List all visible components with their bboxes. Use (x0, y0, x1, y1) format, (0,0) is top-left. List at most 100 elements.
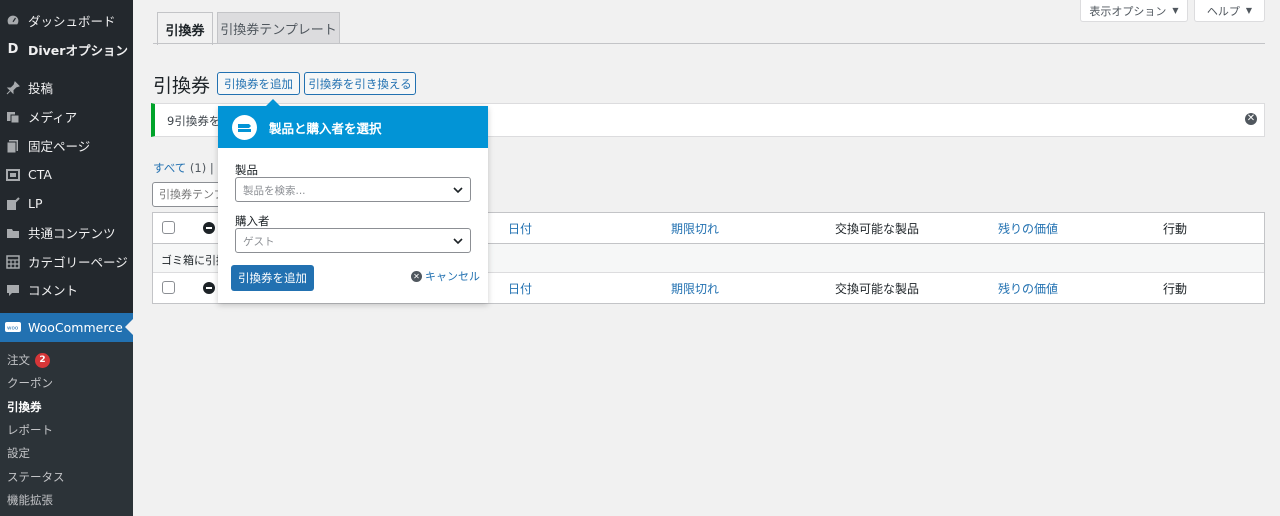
status-column-icon (203, 282, 215, 294)
menu-label: コメント (28, 283, 79, 298)
menu-item-cta[interactable]: CTA (0, 160, 133, 189)
menu-label: Diverオプション (28, 43, 128, 58)
column-actions: 行動 (1163, 222, 1188, 236)
menu-label: 固定ページ (28, 139, 91, 154)
cta-icon (5, 167, 21, 183)
submenu-label: 機能拡張 (7, 493, 53, 507)
help-label: ヘルプ (1206, 4, 1240, 18)
menu-item-common-content[interactable]: 共通コンテンツ (0, 218, 133, 247)
filter-all-count: (1) (189, 161, 207, 175)
diver-logo-icon: D (7, 42, 19, 57)
comment-icon (5, 282, 21, 298)
help-button[interactable]: ヘルプ ▼ (1194, 0, 1265, 22)
menu-label: ダッシュボード (28, 14, 116, 29)
screen-options-label: 表示オプション (1089, 4, 1167, 18)
edit-icon (5, 196, 21, 212)
dismiss-icon[interactable]: ✕ (1245, 113, 1257, 125)
menu-label: 投稿 (28, 81, 54, 96)
submit-add-voucher-button[interactable]: 引換券を追加 (231, 265, 314, 291)
column-expires[interactable]: 期限切れ (671, 280, 719, 297)
menu-item-pages[interactable]: 固定ページ (0, 131, 133, 160)
chevron-down-icon (453, 238, 463, 245)
column-date[interactable]: 日付 (508, 220, 532, 237)
caret-down-icon: ▼ (1172, 6, 1179, 15)
cancel-label: キャンセル (425, 270, 480, 283)
menu-item-category-pages[interactable]: カテゴリーページ (0, 247, 133, 276)
filter-all-link[interactable]: すべて (153, 161, 186, 175)
column-remaining-value[interactable]: 残りの価値 (998, 220, 1058, 237)
menu-item-comments[interactable]: コメント (0, 275, 133, 304)
dashboard-icon (5, 13, 21, 29)
grid-icon (5, 254, 21, 270)
admin-sidebar: ダッシュボード D Diverオプション 投稿 メディア 固定ページ CTA L… (0, 0, 133, 516)
chevron-down-icon (453, 187, 463, 194)
menu-item-posts[interactable]: 投稿 (0, 73, 133, 102)
status-column-icon (203, 222, 215, 234)
submenu-settings[interactable]: 設定 (7, 443, 30, 463)
product-label: 製品 (235, 163, 258, 177)
select-all-checkbox-footer[interactable] (162, 281, 175, 294)
pin-icon (5, 80, 21, 96)
submenu-extensions[interactable]: 機能拡張 (7, 490, 53, 510)
column-date[interactable]: 日付 (508, 280, 532, 297)
button-label: 引換券を追加 (238, 271, 307, 285)
submenu-reports[interactable]: レポート (7, 420, 53, 440)
popover-header: 製品と購入者を選択 (218, 106, 488, 148)
submenu-label: クーポン (7, 376, 53, 390)
menu-item-media[interactable]: メディア (0, 102, 133, 131)
menu-label: CTA (28, 167, 52, 182)
active-menu-arrow (125, 319, 133, 335)
buyer-label: 購入者 (235, 214, 270, 228)
select-all-checkbox[interactable] (162, 221, 175, 234)
submenu-label: レポート (7, 423, 53, 437)
submenu-orders[interactable]: 注文 2 (7, 350, 50, 370)
tab-voucher-templates[interactable]: 引換券テンプレート (217, 12, 340, 44)
orders-count-badge: 2 (35, 352, 50, 368)
submenu-label: 引換券 (7, 400, 42, 414)
menu-item-lp[interactable]: LP (0, 189, 133, 218)
menu-label: LP (28, 196, 43, 211)
woo-icon: woo (5, 320, 21, 336)
column-products: 交換可能な製品 (835, 222, 920, 236)
search-input[interactable] (152, 182, 222, 207)
menu-item-woocommerce[interactable]: woo WooCommerce (0, 313, 133, 342)
buyer-placeholder: ゲスト (243, 236, 275, 248)
cancel-link[interactable]: ✕ キャンセル (411, 268, 480, 284)
redeem-voucher-button[interactable]: 引換券を引き換える (304, 72, 416, 95)
add-voucher-button[interactable]: 引換券を追加 (217, 72, 300, 95)
buyer-select[interactable]: ゲスト (235, 228, 471, 253)
screen-options-button[interactable]: 表示オプション ▼ (1080, 0, 1188, 22)
woocommerce-submenu: 注文 2 クーポン 引換券 レポート 設定 ステータス 機能拡張 (0, 342, 133, 516)
folder-icon (5, 225, 21, 241)
media-icon (5, 109, 21, 125)
column-remaining-value[interactable]: 残りの価値 (998, 280, 1058, 297)
menu-label: 共通コンテンツ (28, 226, 116, 241)
submenu-label: 設定 (7, 446, 30, 460)
column-products: 交換可能な製品 (835, 282, 920, 296)
popover-title: 製品と購入者を選択 (269, 120, 382, 136)
page-icon (5, 138, 21, 154)
submenu-status[interactable]: ステータス (7, 467, 65, 487)
submenu-coupons[interactable]: クーポン (7, 373, 53, 393)
submenu-vouchers[interactable]: 引換券 (7, 397, 42, 417)
add-voucher-popover: 製品と購入者を選択 製品 製品を検索... 購入者 ゲスト 引換券を追加 ✕ キ… (218, 99, 488, 303)
product-select[interactable]: 製品を検索... (235, 177, 471, 202)
tab-vouchers[interactable]: 引換券 (157, 12, 213, 45)
menu-item-diver-options[interactable]: D Diverオプション (0, 35, 133, 64)
svg-text:woo: woo (7, 325, 19, 331)
tab-label: 引換券テンプレート (220, 23, 337, 38)
voucher-icon (232, 114, 257, 140)
menu-item-dashboard[interactable]: ダッシュボード (0, 6, 133, 35)
close-circle-icon: ✕ (411, 270, 422, 282)
submenu-label: ステータス (7, 470, 65, 484)
column-actions: 行動 (1163, 282, 1188, 296)
menu-label: メディア (28, 110, 78, 125)
column-expires[interactable]: 期限切れ (671, 220, 719, 237)
tab-divider (153, 43, 1265, 44)
notice-text: 9引換券を (167, 114, 221, 128)
button-label: 引換券を追加 (224, 76, 293, 91)
product-placeholder: 製品を検索... (243, 185, 306, 197)
menu-label: カテゴリーページ (28, 255, 128, 270)
page-title: 引換券 (153, 75, 211, 97)
caret-down-icon: ▼ (1245, 6, 1253, 15)
